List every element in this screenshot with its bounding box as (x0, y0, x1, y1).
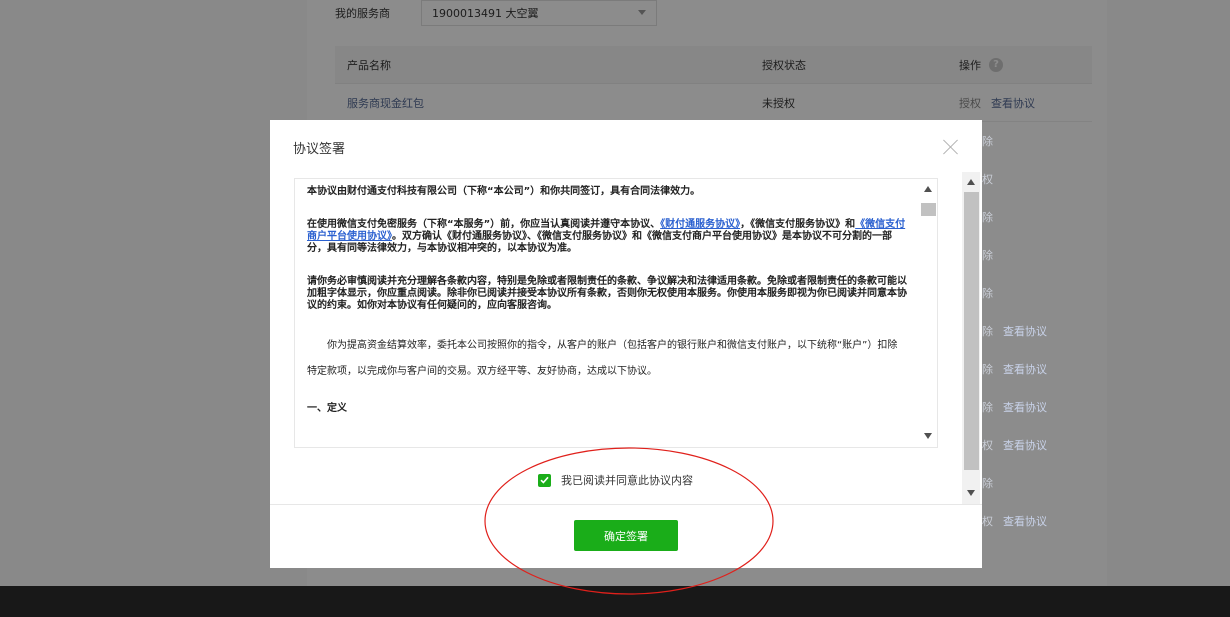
side-op-action[interactable]: 除 (982, 361, 993, 377)
side-op-action[interactable]: 除 (982, 247, 993, 263)
side-op-view-link[interactable]: 查看协议 (1003, 399, 1047, 415)
side-op-action[interactable]: 除 (982, 399, 993, 415)
scroll-thumb[interactable] (964, 192, 979, 470)
side-op-action[interactable]: 权 (982, 171, 993, 187)
side-op-row: 除 (982, 464, 1102, 502)
dialog-scrollbar[interactable] (962, 172, 980, 504)
side-op-view-link[interactable]: 查看协议 (1003, 437, 1047, 453)
side-op-action[interactable]: 除 (982, 285, 993, 301)
side-op-row: 权 (982, 160, 1102, 198)
doc-paragraph-3: 请你务必审慎阅读并充分理解各条款内容，特别是免除或者限制责任的条款、争议解决和法… (307, 276, 907, 311)
red-ellipse-annotation (484, 447, 774, 595)
doc-section-heading: 一、定义 (307, 403, 347, 414)
agreement-document: 本协议由财付通支付科技有限公司（下称“本公司”）和你共同签订，具有合同法律效力。… (307, 186, 907, 436)
side-op-action[interactable]: 除 (982, 133, 993, 149)
side-op-view-link[interactable]: 查看协议 (1003, 361, 1047, 377)
doc-paragraph-1: 本协议由财付通支付科技有限公司（下称“本公司”）和你共同签订，具有合同法律效力。 (307, 186, 701, 197)
close-icon[interactable] (942, 138, 960, 156)
side-op-row: 除查看协议 (982, 388, 1102, 426)
dialog-title: 协议签署 (293, 142, 346, 157)
scroll-up-icon[interactable] (967, 179, 975, 185)
side-op-row: 除 (982, 236, 1102, 274)
side-op-view-link[interactable]: 查看协议 (1003, 323, 1047, 339)
side-op-action[interactable]: 权 (982, 437, 993, 453)
scroll-down-icon[interactable] (924, 433, 932, 439)
side-op-row: 除 (982, 274, 1102, 312)
side-op-row: 权查看协议 (982, 426, 1102, 464)
side-op-row: 权查看协议 (982, 502, 1102, 540)
side-op-action[interactable]: 除 (982, 323, 993, 339)
side-op-row: 除查看协议 (982, 312, 1102, 350)
side-op-action[interactable]: 权 (982, 513, 993, 529)
side-op-row: 除 (982, 122, 1102, 160)
doc-paragraph-2a: 在使用微信支付免密服务（下称“本服务”）前，你应当认真阅读并遵守本协议、 (307, 219, 661, 230)
inner-scrollbar[interactable] (919, 179, 937, 447)
scroll-up-icon[interactable] (924, 186, 932, 192)
doc-paragraph-2c: 。双方确认《财付通服务协议》、《微信支付服务协议》和《微信支付商户平台使用协议》… (307, 231, 892, 254)
side-op-action[interactable]: 除 (982, 475, 993, 491)
scroll-down-icon[interactable] (967, 490, 975, 496)
side-op-view-link[interactable]: 查看协议 (1003, 513, 1047, 529)
doc-paragraph-4: 你为提高资金结算效率，委托本公司按照你的指令，从客户的账户（包括客户的银行账户和… (307, 340, 898, 377)
link-tenpay-agreement[interactable]: 《财付通服务协议》 (660, 219, 740, 230)
side-op-action[interactable]: 除 (982, 209, 993, 225)
side-ops-column: 除权除除除除查看协议除查看协议除查看协议权查看协议除权查看协议 (982, 122, 1102, 540)
side-op-row: 除 (982, 198, 1102, 236)
side-op-row: 除查看协议 (982, 350, 1102, 388)
scroll-thumb[interactable] (921, 203, 936, 216)
agreement-text-box[interactable]: 本协议由财付通支付科技有限公司（下称“本公司”）和你共同签订，具有合同法律效力。… (294, 178, 938, 448)
doc-paragraph-2b: ，《微信支付服务协议》和 (740, 219, 856, 230)
